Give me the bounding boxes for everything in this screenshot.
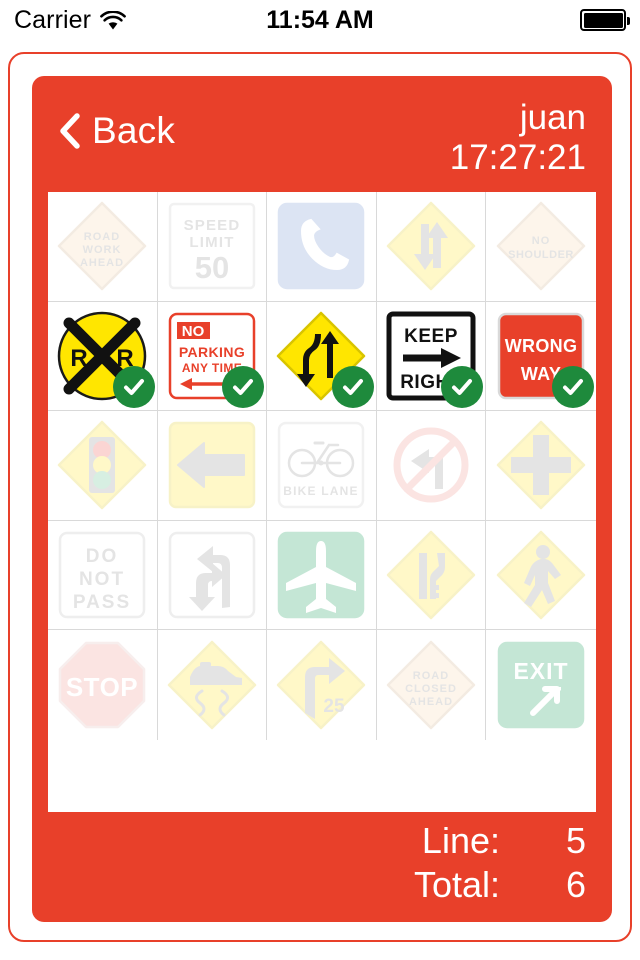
status-bar-right (580, 9, 630, 31)
sign-cell-telephone[interactable] (267, 192, 377, 302)
user-name: juan (519, 98, 586, 137)
two-way-traffic-sign (385, 200, 477, 292)
svg-text:WORK: WORK (83, 244, 122, 256)
sign-grid: ROAD WORK AHEAD SPEED LIMIT 50 NO SHOULDER RR… (48, 192, 596, 740)
road-work-ahead-sign: ROAD WORK AHEAD (56, 200, 148, 292)
pedestrian-crossing-sign (495, 529, 587, 621)
chevron-left-icon (58, 113, 80, 149)
svg-text:25: 25 (324, 696, 346, 717)
sign-cell-pedestrian-crossing[interactable] (486, 521, 596, 630)
svg-text:WRONG: WRONG (505, 336, 578, 356)
user-info: juan 17:27:21 (450, 98, 586, 178)
svg-text:EXIT: EXIT (514, 658, 569, 684)
svg-text:PASS: PASS (73, 592, 131, 613)
svg-text:DO: DO (86, 546, 119, 567)
sign-cell-lane-ends-merge[interactable] (376, 520, 487, 630)
total-value: 6 (565, 864, 586, 905)
airport-sign (275, 529, 367, 621)
sign-cell-airport[interactable] (267, 520, 377, 630)
card-footer: Line: 5 Total: 6 (32, 812, 612, 922)
traffic-signal-sign (56, 419, 148, 511)
line-score-row: Line: 5 (422, 820, 586, 862)
svg-text:50: 50 (195, 250, 229, 285)
svg-text:LIMIT: LIMIT (189, 234, 234, 251)
sign-cell-crossroad[interactable] (486, 411, 596, 521)
telephone-sign (275, 200, 367, 292)
sign-cell-exit[interactable]: EXIT (486, 630, 596, 740)
sign-cell-divided-highway[interactable] (267, 301, 377, 411)
checkmark-badge (551, 366, 594, 408)
exit-sign: EXIT (495, 639, 587, 731)
svg-text:R: R (71, 345, 88, 372)
status-bar-clock: 11:54 AM (266, 5, 374, 34)
do-not-pass-sign: DO NOT PASS (56, 529, 148, 621)
line-value: 5 (565, 820, 586, 861)
svg-text:SPEED: SPEED (183, 217, 240, 234)
svg-text:CLOSED: CLOSED (405, 683, 457, 695)
sign-cell-railroad-crossing[interactable]: RR (48, 301, 158, 411)
left-arrow-sign (166, 419, 258, 511)
session-timer: 17:27:21 (449, 138, 586, 177)
sign-cell-slippery-when-wet[interactable] (158, 630, 268, 740)
speed-limit-sign: SPEED LIMIT 50 (166, 200, 258, 292)
no-left-turn-sign (385, 419, 477, 511)
svg-text:AHEAD: AHEAD (80, 257, 124, 269)
sign-cell-traffic-signal-ahead[interactable] (48, 411, 158, 521)
svg-text:SHOULDER: SHOULDER (508, 249, 574, 261)
left-turn-u-turn-sign (166, 529, 258, 621)
sign-cell-no-parking-any-time[interactable]: NO PARKING ANY TIME (157, 301, 268, 411)
sign-cell-no-shoulder[interactable]: NO SHOULDER (486, 192, 596, 302)
sign-cell-keep-right[interactable]: KEEP RIGHT (376, 301, 487, 411)
sign-cell-two-way-traffic[interactable] (376, 192, 487, 302)
svg-text:STOP: STOP (66, 672, 138, 702)
total-label: Total: (413, 864, 500, 905)
road-closed-ahead-sign: ROAD CLOSED AHEAD (385, 639, 477, 731)
back-button[interactable]: Back (58, 110, 175, 152)
slippery-when-wet-sign (166, 639, 258, 731)
sign-cell-bike-lane[interactable]: BIKE LANE (267, 411, 377, 521)
back-button-label: Back (92, 110, 176, 151)
svg-text:NO: NO (532, 235, 551, 247)
app-frame: Back juan 17:27:21 ROAD WORK AHEAD SPEED LI… (8, 52, 632, 942)
sign-cell-stop[interactable]: STOP (48, 630, 158, 740)
bike-lane-sign: BIKE LANE (275, 419, 367, 511)
sign-cell-speed-limit-50[interactable]: SPEED LIMIT 50 (157, 192, 268, 302)
sign-cell-road-work-ahead[interactable]: ROAD WORK AHEAD (48, 192, 158, 302)
checkmark-badge (331, 366, 374, 408)
sign-board: ROAD WORK AHEAD SPEED LIMIT 50 NO SHOULDER RR… (48, 192, 596, 812)
sign-cell-left-arrow[interactable] (157, 411, 268, 521)
sign-cell-curve-25[interactable]: 25 (267, 630, 377, 740)
quiz-card: Back juan 17:27:21 ROAD WORK AHEAD SPEED LI… (32, 76, 612, 922)
svg-text:ROAD: ROAD (84, 231, 120, 243)
sign-cell-left-turn-u-turn[interactable] (157, 520, 268, 630)
status-bar: Carrier 11:54 AM (0, 0, 640, 40)
checkmark-badge (112, 366, 155, 408)
lane-ends-merge-sign (385, 529, 477, 621)
svg-text:BIKE LANE: BIKE LANE (284, 484, 359, 498)
checkmark-badge (222, 366, 265, 408)
no-shoulder-sign: NO SHOULDER (495, 200, 587, 292)
svg-text:NO: NO (182, 323, 205, 340)
svg-text:PARKING: PARKING (179, 344, 245, 360)
stop-sign: STOP (56, 639, 148, 731)
card-header: Back juan 17:27:21 (32, 76, 612, 192)
sign-cell-road-closed-ahead[interactable]: ROAD CLOSED AHEAD (377, 630, 487, 740)
svg-text:ROAD: ROAD (413, 670, 449, 682)
svg-text:AHEAD: AHEAD (409, 696, 453, 708)
crossroad-sign (495, 419, 587, 511)
svg-text:KEEP: KEEP (404, 326, 458, 347)
sign-cell-no-left-turn[interactable] (376, 411, 487, 521)
curve-speed-sign: 25 (275, 639, 367, 731)
svg-text:NOT: NOT (79, 569, 125, 590)
total-score-row: Total: 6 (414, 864, 586, 906)
sign-cell-wrong-way[interactable]: WRONG WAY (486, 302, 596, 411)
sign-cell-do-not-pass[interactable]: DO NOT PASS (48, 520, 158, 630)
battery-full-icon (580, 9, 630, 31)
line-label: Line: (421, 820, 500, 861)
